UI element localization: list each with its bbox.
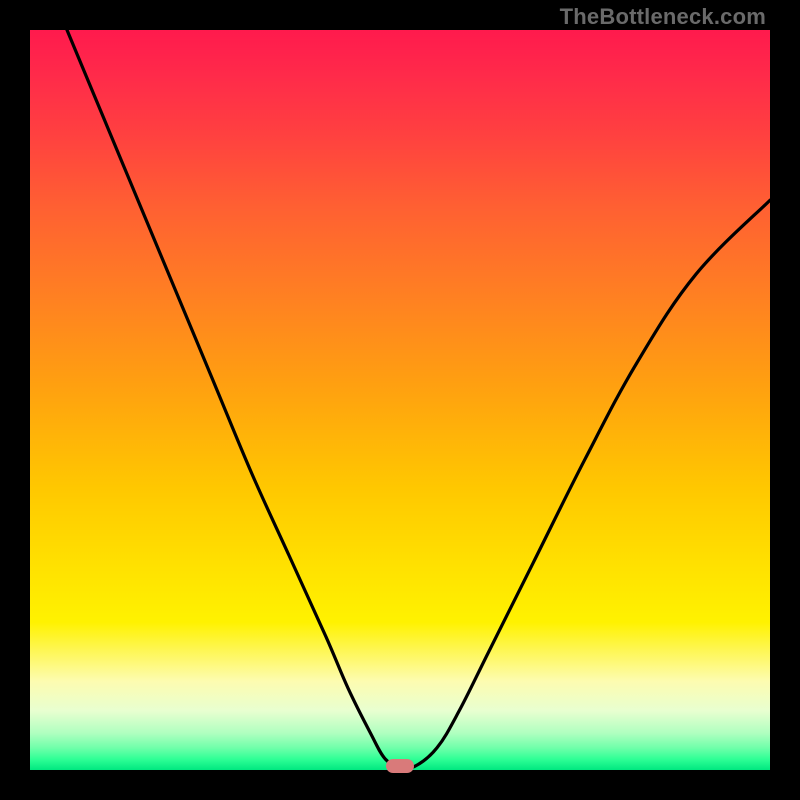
curve-svg <box>30 30 770 770</box>
chart-frame: TheBottleneck.com <box>0 0 800 800</box>
bottleneck-curve <box>67 30 770 768</box>
plot-area <box>30 30 770 770</box>
minimum-marker <box>386 759 414 773</box>
watermark-text: TheBottleneck.com <box>560 4 766 30</box>
